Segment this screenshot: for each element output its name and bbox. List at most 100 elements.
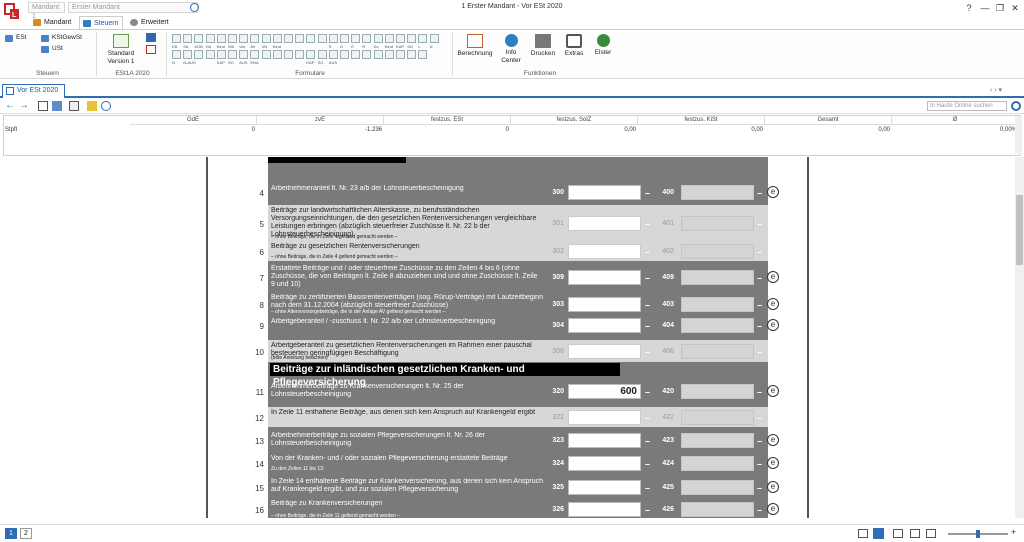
amount-field-b[interactable] bbox=[681, 244, 754, 259]
amount-field-a[interactable] bbox=[568, 344, 641, 359]
close-button[interactable]: ✕ bbox=[1008, 2, 1022, 14]
amount-field-b[interactable] bbox=[681, 344, 754, 359]
help-button[interactable]: ? bbox=[962, 2, 976, 14]
form-shortcut-button[interactable] bbox=[407, 34, 417, 43]
tab-scroll-arrows[interactable]: ‹ › ▾ bbox=[990, 86, 1002, 94]
amount-field-a[interactable] bbox=[568, 297, 641, 312]
euro-badge-icon[interactable]: e bbox=[767, 298, 779, 310]
form-shortcut-button[interactable] bbox=[418, 50, 428, 59]
mandant-name-input[interactable]: Erster Mandant bbox=[68, 2, 198, 13]
amount-field-b[interactable] bbox=[681, 216, 754, 231]
elster-button[interactable]: Elster bbox=[590, 34, 616, 57]
form-shortcut-button[interactable] bbox=[172, 34, 181, 43]
euro-badge-icon[interactable]: e bbox=[767, 186, 779, 198]
page-2-button[interactable]: 2 bbox=[20, 528, 32, 539]
search-input[interactable]: In Haufe Online suchen bbox=[927, 101, 1007, 111]
form-shortcut-button[interactable] bbox=[272, 50, 282, 59]
form-shortcut-button[interactable] bbox=[429, 34, 439, 43]
form-shortcut-button[interactable] bbox=[261, 34, 271, 43]
form-shortcut-button[interactable] bbox=[194, 50, 204, 59]
amount-field-a[interactable]: 600 bbox=[568, 384, 641, 399]
form-shortcut-button[interactable] bbox=[194, 34, 204, 43]
form-shortcut-button[interactable] bbox=[351, 34, 361, 43]
form-shortcut-button[interactable] bbox=[261, 50, 271, 59]
amount-field-a[interactable] bbox=[568, 318, 641, 333]
form-shortcut-button[interactable] bbox=[362, 34, 372, 43]
amount-field-b[interactable] bbox=[681, 502, 754, 517]
form-shortcut-button[interactable] bbox=[317, 50, 327, 59]
amount-field-a[interactable] bbox=[568, 480, 641, 495]
amount-field-b[interactable] bbox=[681, 318, 754, 333]
amount-field-b[interactable] bbox=[681, 185, 754, 200]
amount-field-b[interactable] bbox=[681, 384, 754, 399]
tab-steuern[interactable]: Steuern bbox=[79, 16, 123, 29]
fit-page-icon[interactable] bbox=[893, 529, 903, 538]
amount-field-b[interactable] bbox=[681, 270, 754, 285]
form-shortcut-button[interactable] bbox=[396, 50, 405, 59]
grid-view-icon[interactable] bbox=[38, 101, 48, 111]
form-shortcut-button[interactable] bbox=[407, 50, 417, 59]
form-view-icon[interactable] bbox=[52, 101, 62, 111]
amount-field-a[interactable] bbox=[568, 410, 641, 425]
amount-field-a[interactable] bbox=[568, 456, 641, 471]
euro-badge-icon[interactable]: e bbox=[767, 503, 779, 515]
info-center-button[interactable]: Info Center bbox=[497, 34, 525, 65]
form-shortcut-button[interactable] bbox=[306, 50, 316, 59]
tab-erweitert[interactable]: Erweitert bbox=[127, 16, 177, 29]
form-shortcut-button[interactable] bbox=[373, 50, 383, 59]
amount-field-a[interactable] bbox=[568, 216, 641, 231]
amount-field-a[interactable] bbox=[568, 433, 641, 448]
form-shortcut-button[interactable] bbox=[418, 34, 428, 43]
est-button[interactable]: ESt bbox=[4, 33, 38, 43]
form-shortcut-button[interactable] bbox=[216, 34, 226, 43]
form-shortcut-button[interactable] bbox=[183, 34, 193, 43]
amount-field-a[interactable] bbox=[568, 244, 641, 259]
form-shortcut-button[interactable] bbox=[384, 50, 394, 59]
drucken-button[interactable]: Drucken bbox=[529, 34, 557, 58]
form-shortcut-button[interactable] bbox=[328, 34, 338, 43]
form-shortcut-button[interactable] bbox=[295, 34, 305, 43]
save-icon[interactable] bbox=[146, 33, 156, 42]
standard-version-button[interactable]: Standard Version 1 bbox=[102, 34, 140, 66]
search-go-icon[interactable] bbox=[1011, 101, 1021, 111]
amount-field-a[interactable] bbox=[568, 502, 641, 517]
ust-button[interactable]: USt bbox=[40, 44, 70, 54]
form-shortcut-button[interactable] bbox=[384, 34, 394, 43]
form-shortcut-button[interactable] bbox=[351, 50, 361, 59]
form-shortcut-button[interactable] bbox=[328, 50, 338, 59]
back-arrow-icon[interactable]: ← bbox=[5, 101, 15, 111]
form-shortcut-button[interactable] bbox=[317, 34, 327, 43]
link-icon[interactable] bbox=[101, 101, 111, 111]
fit-width-icon[interactable] bbox=[910, 529, 920, 538]
form-shortcut-button[interactable] bbox=[284, 34, 293, 43]
form-shortcut-button[interactable] bbox=[340, 50, 349, 59]
zoom-slider-handle[interactable] bbox=[976, 530, 980, 538]
form-shortcut-button[interactable] bbox=[373, 34, 383, 43]
euro-badge-icon[interactable]: e bbox=[767, 271, 779, 283]
form-shortcut-button[interactable] bbox=[284, 50, 293, 59]
euro-badge-icon[interactable]: e bbox=[767, 434, 779, 446]
mandant-number-input[interactable]: Mandant 1 bbox=[28, 2, 65, 20]
form-shortcut-button[interactable] bbox=[250, 50, 260, 59]
tab-mandant[interactable]: Mandant bbox=[30, 16, 74, 29]
extras-button[interactable]: Extras bbox=[561, 34, 587, 58]
maximize-button[interactable]: ❐ bbox=[993, 2, 1007, 14]
amount-field-a[interactable] bbox=[568, 270, 641, 285]
layout-icon[interactable] bbox=[858, 529, 868, 538]
scrollbar-thumb[interactable] bbox=[1016, 195, 1023, 265]
zoom-in-icon[interactable]: + bbox=[1011, 527, 1016, 537]
form-shortcut-button[interactable] bbox=[216, 50, 226, 59]
euro-badge-icon[interactable]: e bbox=[767, 385, 779, 397]
page-1-button[interactable]: 1 bbox=[5, 528, 17, 539]
search-circle-icon[interactable] bbox=[190, 3, 199, 12]
summary-scrollbar[interactable] bbox=[1015, 116, 1022, 154]
form-shortcut-button[interactable] bbox=[250, 34, 260, 43]
kstgewst-button[interactable]: KStGewSt bbox=[40, 33, 84, 43]
form-shortcut-button[interactable] bbox=[205, 50, 215, 59]
euro-badge-icon[interactable]: e bbox=[767, 481, 779, 493]
form-shortcut-button[interactable] bbox=[340, 34, 349, 43]
zoom-out-icon[interactable] bbox=[926, 529, 936, 538]
amount-field-a[interactable] bbox=[568, 185, 641, 200]
form-shortcut-button[interactable] bbox=[183, 50, 193, 59]
euro-badge-icon[interactable]: e bbox=[767, 319, 779, 331]
